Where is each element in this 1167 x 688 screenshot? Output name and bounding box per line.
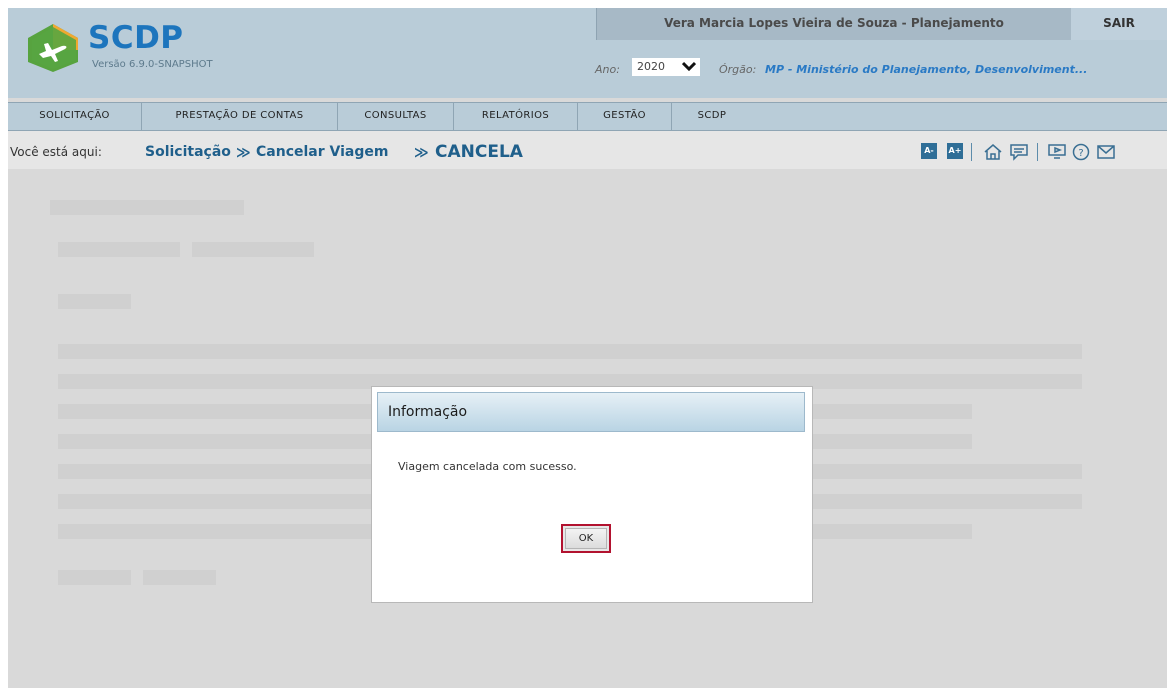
year-label: Ano: [595,63,620,76]
chat-icon[interactable] [1009,143,1029,161]
app-header: SCDP Versão 6.9.0-SNAPSHOT Vera Marcia L… [8,8,1167,98]
video-icon[interactable] [1047,143,1067,161]
home-icon[interactable] [983,143,1003,161]
placeholder-bar [143,570,216,585]
breadcrumb-separator: ≫ [414,145,429,161]
placeholder-bar [192,242,314,257]
ok-button-label: OK [565,528,607,549]
help-icon[interactable]: ? [1072,143,1090,161]
year-select-value: 2020 [637,60,665,73]
logout-button[interactable]: SAIR [1071,8,1167,40]
app-logo-title: SCDP [88,20,184,56]
year-select[interactable]: 2020 [632,58,700,76]
dialog-title: Informação [388,404,468,420]
breadcrumb-item-cancelar-viagem[interactable]: Cancelar Viagem [256,144,388,160]
menu-item-scdp[interactable]: SCDP [672,103,752,130]
chevron-down-icon [682,61,696,71]
breadcrumb-prefix: Você está aqui: [10,145,102,159]
menu-item-relatorios[interactable]: RELATÓRIOS [454,103,578,130]
toolbar-divider [1037,143,1038,161]
toolbar-divider [971,143,972,161]
main-menu: SOLICITAÇÃO PRESTAÇÃO DE CONTAS CONSULTA… [8,102,1167,131]
agency-label: Órgão: [719,63,757,76]
mail-icon[interactable] [1096,143,1116,161]
dialog-message: Viagem cancelada com sucesso. [398,460,577,473]
app-frame: SCDP Versão 6.9.0-SNAPSHOT Vera Marcia L… [8,8,1167,688]
user-name: Vera Marcia Lopes Vieira de Souza - Plan… [664,16,1004,30]
app-version: Versão 6.9.0-SNAPSHOT [92,59,213,70]
placeholder-bar [58,294,131,309]
breadcrumb-separator: ≫ [236,145,251,161]
ok-button[interactable]: OK [561,524,611,553]
breadcrumb-item-current: CANCELA [435,142,523,162]
menu-item-prestacao-de-contas[interactable]: PRESTAÇÃO DE CONTAS [142,103,338,130]
menu-item-consultas[interactable]: CONSULTAS [338,103,454,130]
user-bar: Vera Marcia Lopes Vieira de Souza - Plan… [596,8,1071,40]
menu-item-solicitacao[interactable]: SOLICITAÇÃO [8,103,142,130]
font-increase-icon[interactable]: A+ [947,143,963,159]
placeholder-bar [50,200,244,215]
airplane-logo-icon [28,24,78,72]
placeholder-bar [58,570,131,585]
placeholder-bar [58,242,180,257]
menu-item-gestao[interactable]: GESTÃO [578,103,672,130]
placeholder-bar [58,344,1082,359]
breadcrumb: Você está aqui: Solicitação ≫ Cancelar V… [8,131,1167,169]
breadcrumb-item-solicitacao[interactable]: Solicitação [145,144,231,160]
agency-value[interactable]: MP - Ministério do Planejamento, Desenvo… [765,63,1087,76]
dialog-header: Informação [377,392,805,432]
font-decrease-icon[interactable]: A- [921,143,937,159]
info-dialog: Informação Viagem cancelada com sucesso.… [371,386,813,603]
svg-text:?: ? [1078,148,1083,159]
